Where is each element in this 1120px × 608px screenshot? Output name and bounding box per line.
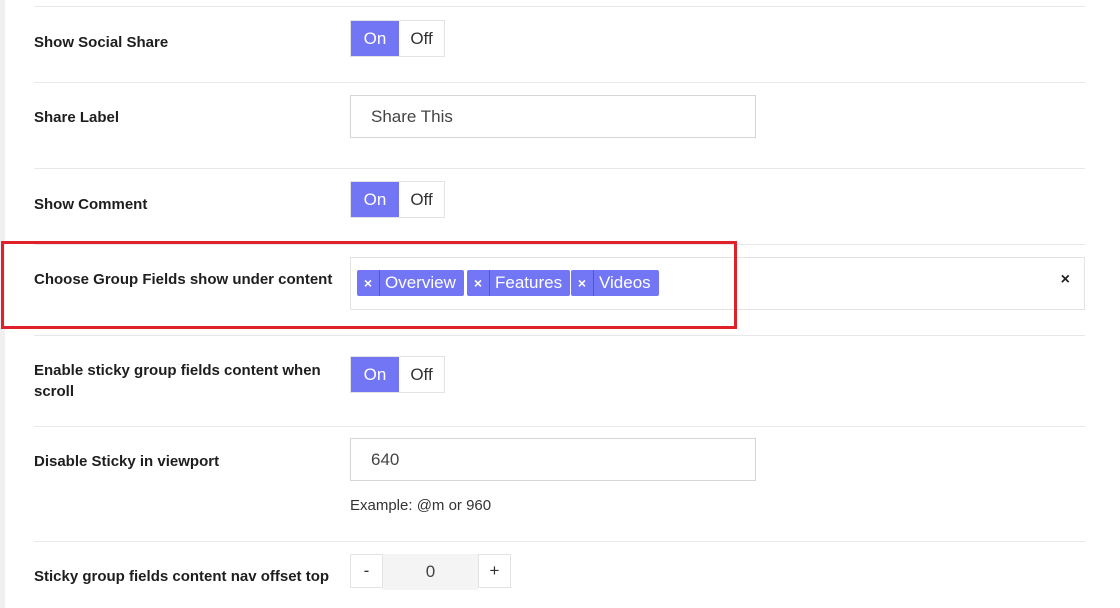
increment-button[interactable]: + (478, 554, 511, 588)
show-comment-on-button[interactable]: On (351, 182, 399, 217)
nav-offset-label: Sticky group fields content nav offset t… (34, 568, 330, 585)
share-label-input[interactable] (350, 95, 756, 138)
decrement-button[interactable]: - (350, 554, 383, 588)
sticky-group-on-button[interactable]: On (351, 357, 399, 392)
sticky-group-label: Enable sticky group fields content when … (34, 362, 321, 400)
show-social-share-off-button[interactable]: Off (399, 21, 444, 56)
row-divider (34, 426, 1085, 427)
row-divider (34, 335, 1085, 336)
share-label-label: Share Label (34, 109, 120, 126)
row-divider (34, 168, 1085, 169)
show-comment-label: Show Comment (34, 196, 148, 213)
show-social-share-label: Show Social Share (34, 34, 169, 51)
show-comment-off-button[interactable]: Off (399, 182, 444, 217)
row-divider (34, 541, 1085, 542)
sticky-group-toggle: On Off (350, 356, 445, 393)
sticky-group-off-button[interactable]: Off (399, 357, 444, 392)
row-divider (34, 82, 1085, 83)
disable-sticky-hint: Example: @m or 960 (350, 497, 492, 514)
row-divider (34, 6, 1085, 7)
clear-selection-icon[interactable]: × (1061, 271, 1070, 289)
nav-offset-stepper: - 0 + (350, 554, 511, 590)
show-social-share-toggle: On Off (350, 20, 445, 57)
nav-offset-value[interactable]: 0 (383, 554, 478, 590)
show-social-share-on-button[interactable]: On (351, 21, 399, 56)
disable-sticky-input[interactable] (350, 438, 756, 481)
show-comment-toggle: On Off (350, 181, 445, 218)
disable-sticky-label: Disable Sticky in viewport (34, 453, 220, 470)
highlight-box (1, 241, 737, 329)
